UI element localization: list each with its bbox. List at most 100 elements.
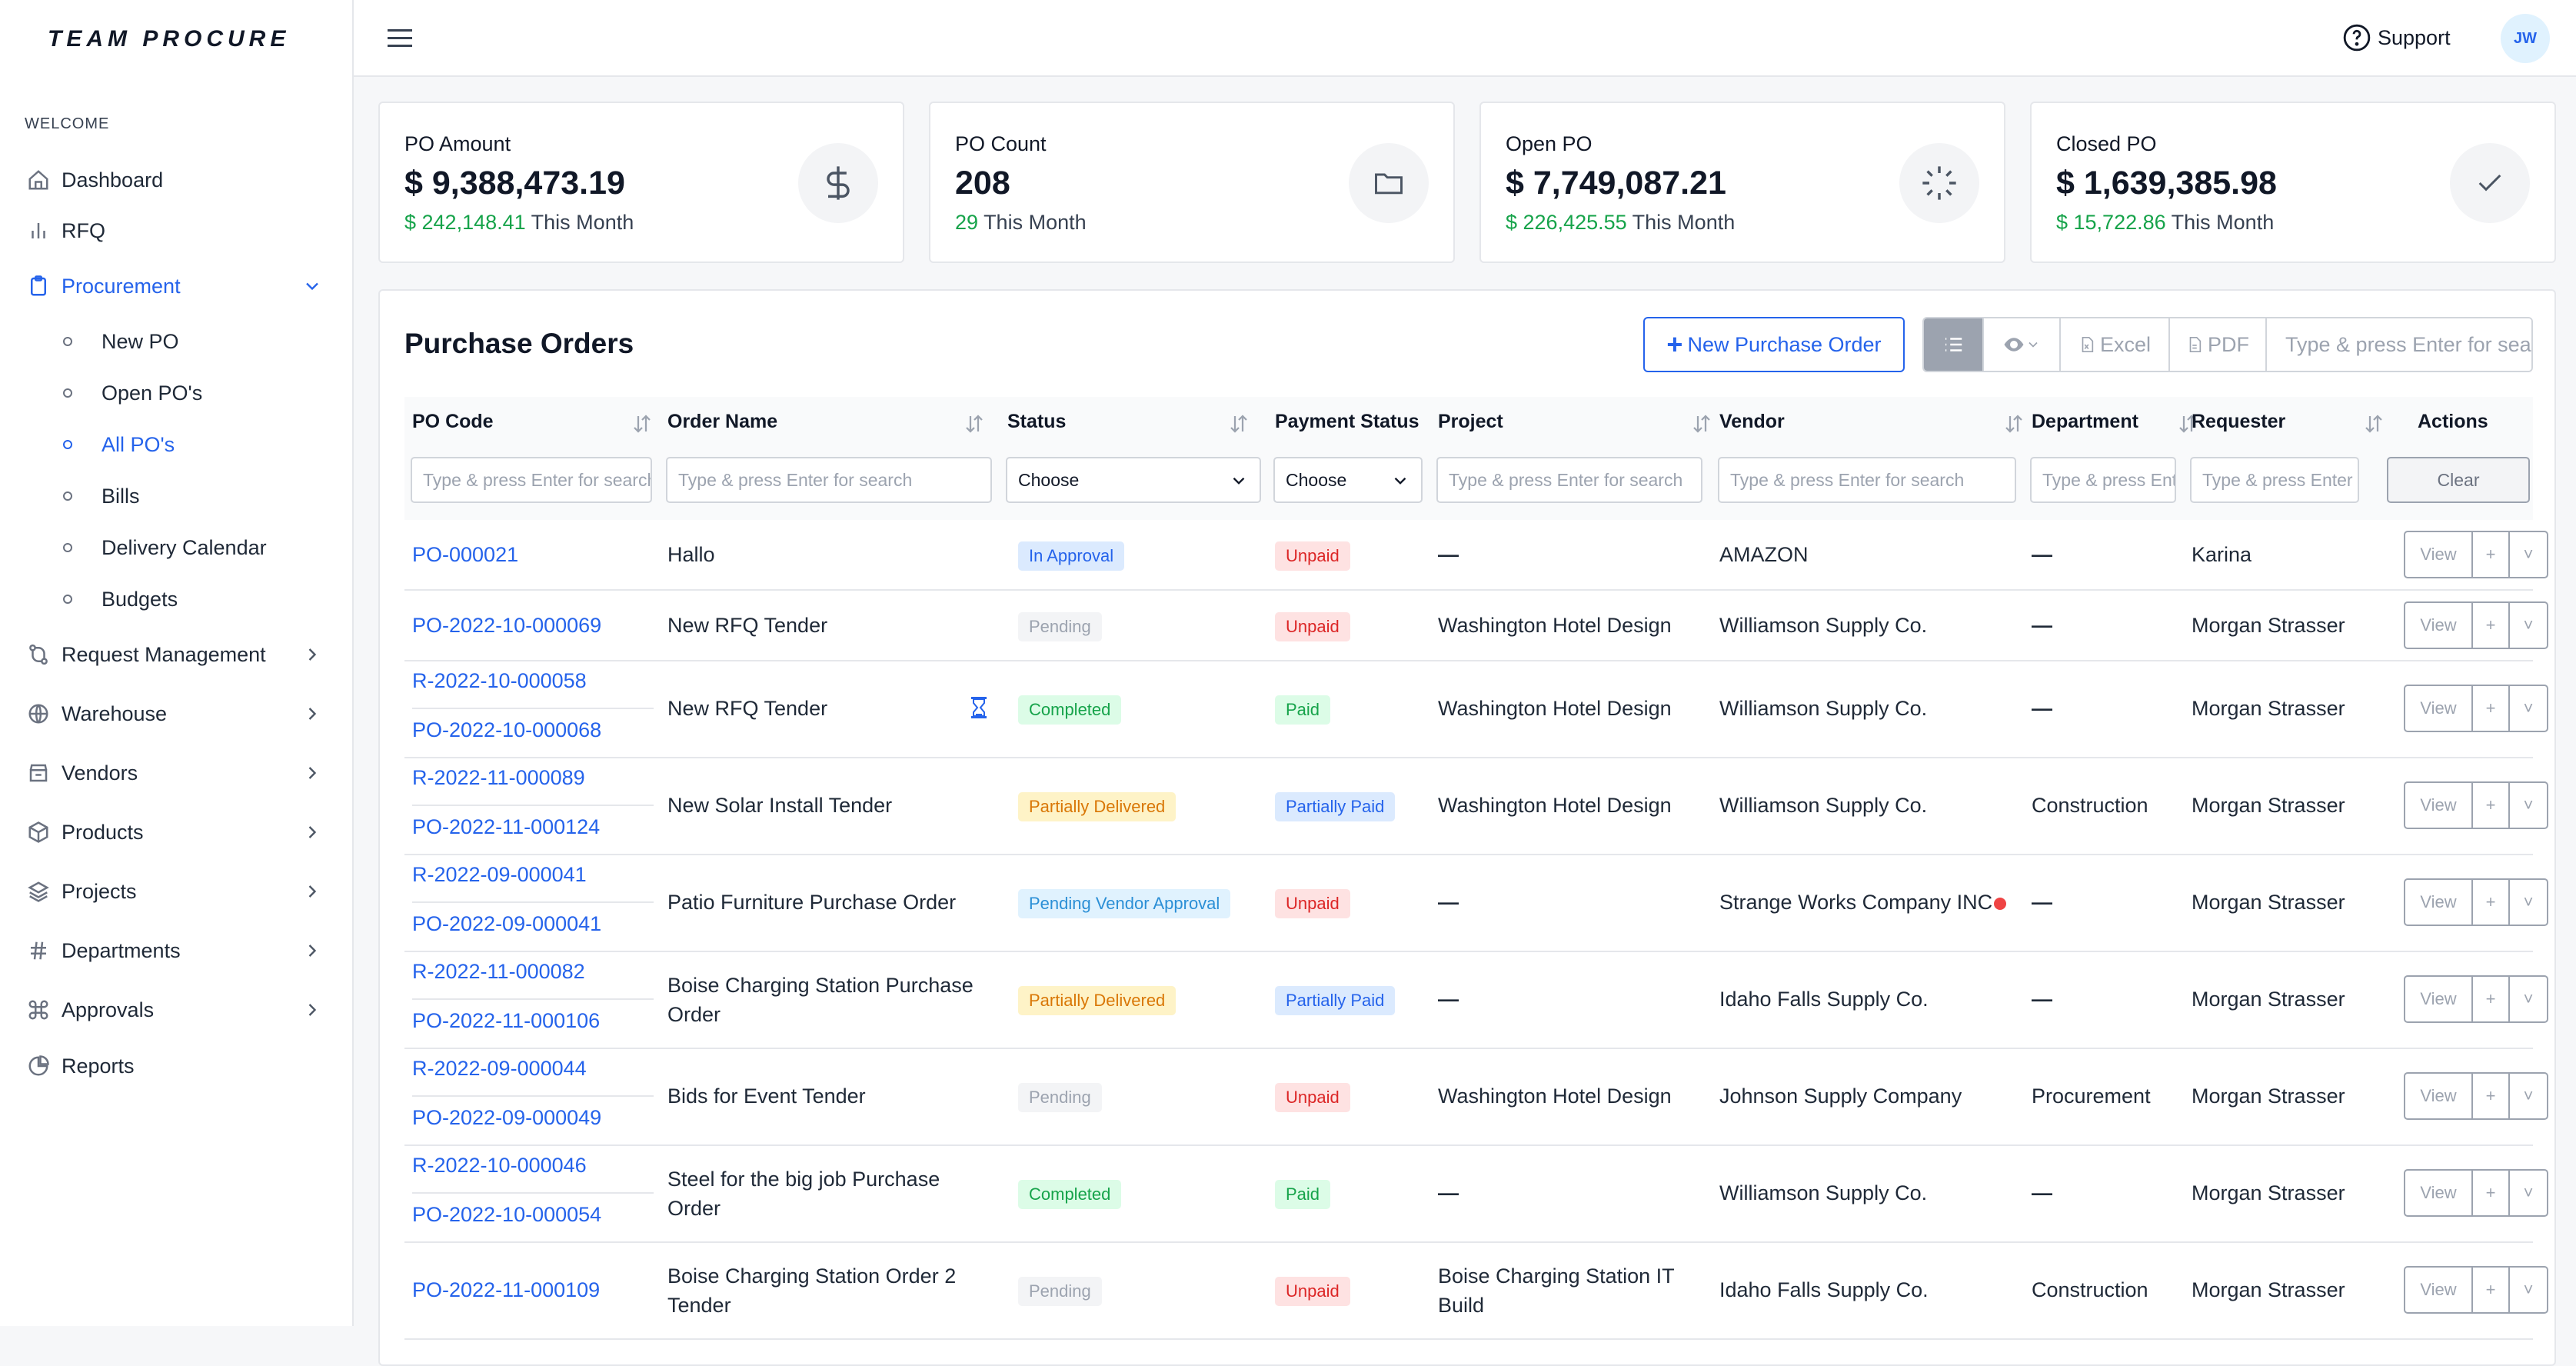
more-dropdown-button[interactable]: ˅ bbox=[2510, 783, 2547, 828]
request-code-link[interactable]: R-2022-10-000058 bbox=[412, 669, 587, 693]
add-button[interactable]: + bbox=[2473, 532, 2510, 577]
global-search-input[interactable] bbox=[2267, 318, 2531, 371]
filter-po-code-input[interactable] bbox=[411, 457, 652, 503]
request-code-link[interactable]: R-2022-09-000041 bbox=[412, 863, 587, 887]
request-code-link[interactable]: R-2022-10-000046 bbox=[412, 1154, 587, 1178]
sidebar-item-products[interactable]: Products bbox=[25, 811, 332, 854]
sort-icon[interactable] bbox=[2002, 412, 2025, 435]
sidebar-item-departments[interactable]: Departments bbox=[25, 929, 332, 972]
pdf-export-button[interactable]: PDF bbox=[2170, 318, 2267, 371]
stat-month: 29 This Month bbox=[955, 211, 1087, 235]
sidebar-item-reports[interactable]: Reports bbox=[25, 1044, 332, 1088]
sort-icon[interactable] bbox=[1227, 412, 1250, 435]
sidebar-item-label: Projects bbox=[62, 879, 137, 903]
column-header-status[interactable]: Status bbox=[1007, 411, 1066, 433]
more-dropdown-button[interactable]: ˅ bbox=[2510, 686, 2547, 731]
more-dropdown-button[interactable]: ˅ bbox=[2510, 1074, 2547, 1118]
more-dropdown-button[interactable]: ˅ bbox=[2510, 1171, 2547, 1215]
stat-label: PO Amount bbox=[404, 132, 511, 155]
table-header: PO Code Order Name Status Payment Status… bbox=[404, 397, 2533, 520]
status-badge: Pending bbox=[1018, 612, 1102, 641]
avatar[interactable]: JW bbox=[2501, 14, 2550, 63]
support-link[interactable]: Support bbox=[2342, 22, 2451, 54]
sidebar-item-rfq[interactable]: RFQ bbox=[25, 209, 332, 252]
po-code-link[interactable]: PO-2022-10-000054 bbox=[412, 1203, 601, 1227]
view-button[interactable]: View bbox=[2405, 686, 2473, 731]
po-code-link[interactable]: PO-2022-11-000124 bbox=[412, 815, 600, 839]
sort-icon[interactable] bbox=[2362, 412, 2385, 435]
sidebar-subitem-all-pos[interactable]: All PO's bbox=[63, 425, 175, 464]
sidebar-subitem-delivery-calendar[interactable]: Delivery Calendar bbox=[63, 528, 267, 567]
view-button[interactable]: View bbox=[2405, 977, 2473, 1021]
sidebar-item-procurement[interactable]: Procurement bbox=[25, 265, 332, 308]
add-button[interactable]: + bbox=[2473, 1074, 2510, 1118]
po-code-link[interactable]: PO-2022-10-000068 bbox=[412, 718, 601, 742]
sidebar-item-vendors[interactable]: Vendors bbox=[25, 751, 332, 795]
more-dropdown-button[interactable]: ˅ bbox=[2510, 977, 2547, 1021]
filter-project-input[interactable] bbox=[1436, 457, 1702, 503]
filter-vendor-input[interactable] bbox=[1718, 457, 2016, 503]
project-name: Washington Hotel Design bbox=[1438, 794, 1672, 817]
po-code-link[interactable]: PO-000021 bbox=[412, 543, 518, 567]
view-button[interactable]: View bbox=[2405, 1268, 2473, 1312]
column-header-project[interactable]: Project bbox=[1438, 411, 1503, 433]
add-button[interactable]: + bbox=[2473, 1171, 2510, 1215]
view-button[interactable]: View bbox=[2405, 532, 2473, 577]
more-dropdown-button[interactable]: ˅ bbox=[2510, 603, 2547, 648]
requester-name: Morgan Strasser bbox=[2192, 697, 2345, 720]
sort-icon[interactable] bbox=[631, 412, 654, 435]
view-button[interactable]: View bbox=[2405, 1171, 2473, 1215]
view-button[interactable]: View bbox=[2405, 603, 2473, 648]
sidebar-item-request-management[interactable]: Request Management bbox=[25, 633, 332, 676]
more-dropdown-button[interactable]: ˅ bbox=[2510, 1268, 2547, 1312]
request-code-link[interactable]: R-2022-11-000089 bbox=[412, 766, 585, 790]
add-button[interactable]: + bbox=[2473, 783, 2510, 828]
po-code-link[interactable]: PO-2022-09-000049 bbox=[412, 1106, 601, 1130]
sidebar-item-approvals[interactable]: Approvals bbox=[25, 988, 332, 1031]
view-button[interactable]: View bbox=[2405, 783, 2473, 828]
sidebar-item-dashboard[interactable]: Dashboard bbox=[25, 158, 332, 202]
new-purchase-order-button[interactable]: + New Purchase Order bbox=[1643, 317, 1905, 372]
clear-filters-button[interactable]: Clear bbox=[2387, 457, 2530, 503]
excel-export-button[interactable]: Excel bbox=[2061, 318, 2170, 371]
add-button[interactable]: + bbox=[2473, 603, 2510, 648]
view-button[interactable]: View bbox=[2405, 1074, 2473, 1118]
project-name: — bbox=[1438, 543, 1459, 566]
filter-payment-status-select[interactable]: Choose bbox=[1273, 457, 1423, 503]
column-header-department[interactable]: Department bbox=[2032, 411, 2138, 433]
po-code-link[interactable]: PO-2022-11-000106 bbox=[412, 1009, 600, 1033]
sort-icon[interactable] bbox=[1690, 412, 1713, 435]
row-actions: View + ˅ bbox=[2404, 601, 2548, 649]
filter-department-input[interactable] bbox=[2030, 457, 2176, 503]
sidebar-item-projects[interactable]: Projects bbox=[25, 870, 332, 913]
more-dropdown-button[interactable]: ˅ bbox=[2510, 532, 2547, 577]
column-header-po-code[interactable]: PO Code bbox=[412, 411, 494, 433]
column-header-payment-status[interactable]: Payment Status bbox=[1275, 411, 1419, 433]
hamburger-menu-icon[interactable] bbox=[384, 25, 415, 52]
column-header-requester[interactable]: Requester bbox=[2192, 411, 2285, 433]
sidebar-subitem-budgets[interactable]: Budgets bbox=[63, 580, 178, 618]
po-code-link[interactable]: PO-2022-11-000109 bbox=[412, 1278, 600, 1302]
filter-order-name-input[interactable] bbox=[666, 457, 992, 503]
add-button[interactable]: + bbox=[2473, 1268, 2510, 1312]
request-code-link[interactable]: R-2022-11-000082 bbox=[412, 960, 585, 984]
column-visibility-button[interactable] bbox=[1984, 318, 2061, 371]
add-button[interactable]: + bbox=[2473, 977, 2510, 1021]
po-code-link[interactable]: PO-2022-09-000041 bbox=[412, 912, 601, 936]
filter-status-select[interactable]: Choose bbox=[1006, 457, 1261, 503]
sidebar-subitem-open-pos[interactable]: Open PO's bbox=[63, 374, 202, 412]
view-button[interactable]: View bbox=[2405, 880, 2473, 925]
list-view-button[interactable] bbox=[1924, 318, 1984, 371]
column-header-order-name[interactable]: Order Name bbox=[667, 411, 777, 433]
column-header-vendor[interactable]: Vendor bbox=[1719, 411, 1785, 433]
sidebar-subitem-bills[interactable]: Bills bbox=[63, 477, 140, 515]
add-button[interactable]: + bbox=[2473, 686, 2510, 731]
sidebar-item-warehouse[interactable]: Warehouse bbox=[25, 692, 332, 735]
po-code-link[interactable]: PO-2022-10-000069 bbox=[412, 614, 601, 638]
request-code-link[interactable]: R-2022-09-000044 bbox=[412, 1057, 587, 1081]
filter-requester-input[interactable] bbox=[2190, 457, 2359, 503]
sidebar-subitem-new-po[interactable]: New PO bbox=[63, 322, 179, 361]
add-button[interactable]: + bbox=[2473, 880, 2510, 925]
more-dropdown-button[interactable]: ˅ bbox=[2510, 880, 2547, 925]
sort-icon[interactable] bbox=[963, 412, 986, 435]
